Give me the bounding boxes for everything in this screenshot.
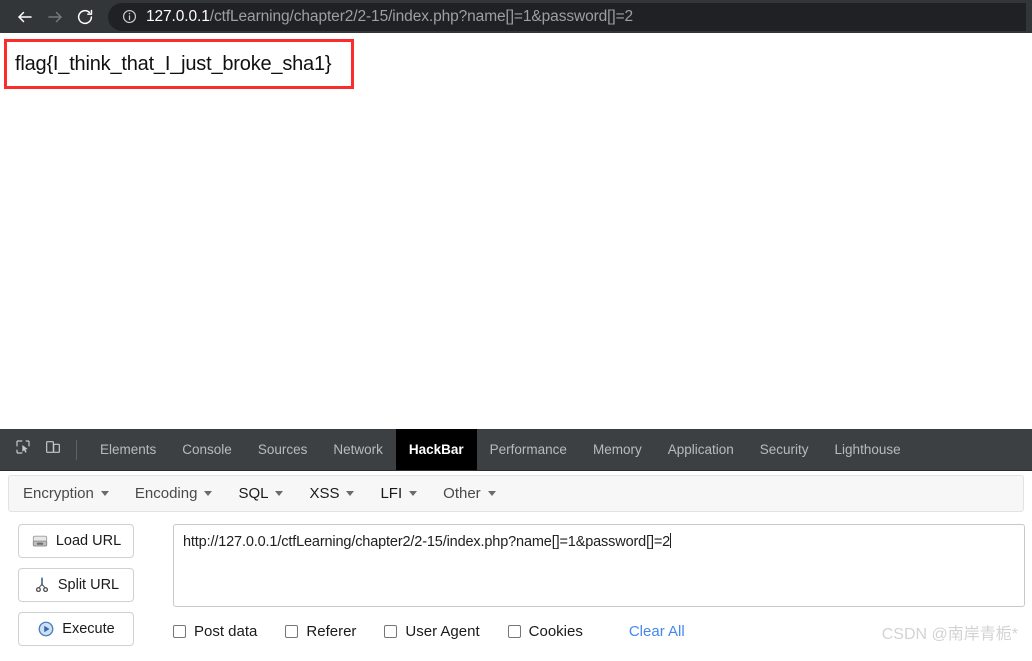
tab-memory[interactable]: Memory — [580, 429, 655, 470]
address-bar[interactable]: 127.0.0.1/ctfLearning/chapter2/2-15/inde… — [108, 2, 1026, 31]
split-url-button[interactable]: Split URL — [18, 568, 134, 602]
device-toolbar-icon — [45, 439, 61, 460]
menu-lfi[interactable]: LFI — [380, 485, 418, 502]
hackbar-action-buttons: Load URL Split URL Execute — [18, 524, 134, 656]
url-input-textarea[interactable]: http://127.0.0.1/ctfLearning/chapter2/2-… — [173, 524, 1025, 607]
tab-hackbar[interactable]: HackBar — [395, 429, 477, 470]
reload-button[interactable] — [70, 3, 100, 31]
inspect-element-button[interactable] — [8, 429, 38, 470]
hackbar-menubar: Encryption Encoding SQL XSS LFI Other — [8, 475, 1024, 512]
checkbox-user-agent[interactable]: User Agent — [384, 622, 480, 640]
chevron-down-icon — [204, 491, 213, 496]
page-content-area: flag{I_think_that_I_just_broke_sha1} — [0, 33, 1032, 429]
tab-console[interactable]: Console — [169, 429, 245, 470]
url-host: 127.0.0.1 — [146, 7, 210, 25]
clear-all-link[interactable]: Clear All — [629, 623, 685, 640]
load-url-label: Load URL — [55, 533, 122, 549]
browser-toolbar: 127.0.0.1/ctfLearning/chapter2/2-15/inde… — [0, 0, 1032, 33]
menu-other-label: Other — [443, 485, 481, 502]
load-url-icon — [31, 532, 49, 550]
menu-xss-label: XSS — [309, 485, 340, 502]
arrow-right-icon — [46, 8, 64, 26]
menu-encoding[interactable]: Encoding — [135, 485, 213, 502]
checkbox-icon — [384, 624, 398, 638]
watermark-text: CSDN @南岸青栀* — [881, 626, 1018, 643]
menu-lfi-label: LFI — [380, 485, 403, 502]
load-url-button[interactable]: Load URL — [18, 524, 134, 558]
url-input-value: http://127.0.0.1/ctfLearning/chapter2/2-… — [183, 534, 671, 550]
forward-button[interactable] — [40, 3, 70, 31]
tab-sources[interactable]: Sources — [245, 429, 321, 470]
chevron-down-icon — [100, 491, 109, 496]
chevron-down-icon — [487, 491, 496, 496]
chevron-down-icon — [275, 491, 284, 496]
split-url-label: Split URL — [57, 577, 120, 593]
menu-sql[interactable]: SQL — [238, 485, 284, 502]
checkbox-icon — [507, 624, 521, 638]
checkbox-referer-label: Referer — [306, 622, 357, 640]
back-button[interactable] — [10, 3, 40, 31]
tab-performance[interactable]: Performance — [477, 429, 580, 470]
address-bar-url: 127.0.0.1/ctfLearning/chapter2/2-15/inde… — [146, 8, 633, 26]
checkbox-post-data-label: Post data — [194, 622, 258, 640]
menu-encryption-label: Encryption — [23, 485, 94, 502]
checkbox-user-agent-label: User Agent — [405, 622, 480, 640]
tab-application[interactable]: Application — [655, 429, 747, 470]
execute-button[interactable]: Execute — [18, 612, 134, 646]
devtools-tabbar: Elements Console Sources Network HackBar… — [0, 429, 1032, 471]
checkbox-icon — [285, 624, 299, 638]
tab-network[interactable]: Network — [320, 429, 396, 470]
hackbar-body: Load URL Split URL Execute http://127.0.… — [0, 516, 1032, 661]
checkbox-cookies-label: Cookies — [528, 622, 583, 640]
toolbar-divider — [76, 439, 77, 460]
inspect-element-icon — [15, 439, 31, 460]
device-toolbar-button[interactable] — [38, 429, 68, 470]
text-cursor — [670, 533, 672, 548]
checkbox-icon — [173, 624, 186, 638]
checkbox-cookies[interactable]: Cookies — [507, 622, 583, 640]
checkbox-referer[interactable]: Referer — [285, 623, 356, 640]
arrow-left-icon — [16, 8, 34, 26]
hackbar-panel: Encryption Encoding SQL XSS LFI Other Lo… — [0, 471, 1032, 661]
flag-text: flag{I_think_that_I_just_broke_sha1} — [15, 52, 332, 75]
menu-sql-label: SQL — [238, 485, 269, 502]
execute-label: Execute — [62, 621, 115, 637]
menu-other[interactable]: Other — [443, 485, 496, 502]
reload-icon — [76, 8, 94, 26]
tab-security[interactable]: Security — [747, 429, 822, 470]
play-circle-icon — [37, 620, 55, 638]
tab-lighthouse[interactable]: Lighthouse — [822, 429, 914, 470]
devtools-panel: Elements Console Sources Network HackBar… — [0, 429, 1032, 661]
flag-highlight-box: flag{I_think_that_I_just_broke_sha1} — [4, 39, 354, 89]
tab-elements[interactable]: Elements — [87, 429, 169, 470]
menu-encoding-label: Encoding — [134, 485, 198, 502]
scissors-icon — [33, 576, 51, 594]
chevron-down-icon — [409, 491, 418, 496]
menu-xss[interactable]: XSS — [309, 485, 355, 502]
url-path: /ctfLearning/chapter2/2-15/index.php?nam… — [209, 7, 634, 25]
menu-encryption[interactable]: Encryption — [23, 485, 109, 502]
chevron-down-icon — [346, 491, 355, 496]
info-circle-icon[interactable] — [118, 6, 140, 28]
checkbox-post-data[interactable]: Post data — [173, 623, 257, 640]
